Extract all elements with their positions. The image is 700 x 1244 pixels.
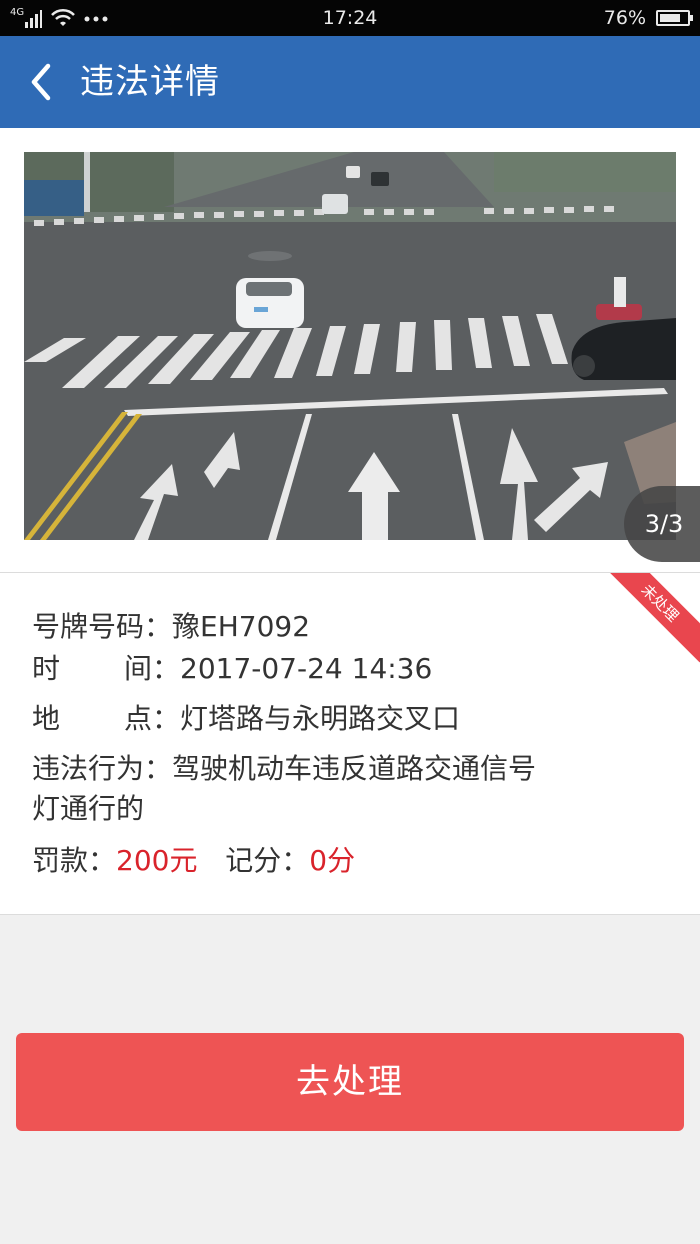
location-row: 地 点： 灯塔路与永明路交叉口	[32, 699, 460, 739]
location-label: 地 点：	[32, 699, 180, 739]
behavior-value-line2: 灯通行的	[32, 792, 145, 825]
plate-value: 豫EH7092	[172, 610, 311, 643]
status-bar: 4G 17:24 76%	[0, 0, 700, 36]
time-value: 2017-07-24 14:36	[180, 652, 433, 685]
violation-info-card: 未处理 号牌号码：豫EH7092 时 间： 2017-07-24 14:36 地 点：…	[0, 573, 700, 915]
process-button[interactable]: 去处理	[16, 1033, 684, 1131]
time-label-b: 间：	[123, 652, 180, 685]
time-label-a: 时	[32, 652, 61, 685]
status-ribbon: 未处理	[610, 573, 700, 663]
location-label-a: 地	[32, 702, 61, 735]
back-chevron-icon	[31, 63, 51, 101]
battery-icon	[656, 10, 693, 26]
status-ribbon-label: 未处理	[610, 573, 700, 663]
plate-label: 号牌号码：	[32, 610, 173, 643]
time-label: 时 间：	[32, 649, 180, 689]
behavior-label: 违法行为：	[32, 752, 173, 785]
status-icons-right: 76%	[603, 7, 693, 29]
violation-photo[interactable]	[24, 152, 676, 540]
photo-counter: 3/3	[624, 486, 700, 562]
violation-photo-card	[0, 128, 700, 573]
time-row: 时 间： 2017-07-24 14:36	[32, 649, 432, 689]
location-value: 灯塔路与永明路交叉口	[180, 702, 461, 735]
battery-percent: 76%	[603, 7, 646, 29]
title-bar: 违法详情	[0, 36, 700, 128]
plate-row: 号牌号码：豫EH7092	[32, 607, 310, 647]
fine-row: 罚款：200元 记分：0分	[32, 841, 355, 881]
status-time: 17:24	[322, 7, 378, 29]
points-label: 记分：	[225, 844, 310, 877]
behavior-value-line1: 驾驶机动车违反道路交通信号	[172, 752, 537, 785]
page-title: 违法详情	[80, 62, 220, 102]
fine-value: 200元	[116, 844, 198, 877]
location-label-b: 点：	[123, 702, 180, 735]
fine-label: 罚款：	[32, 844, 117, 877]
behavior-row: 违法行为：驾驶机动车违反道路交通信号 灯通行的	[32, 749, 536, 829]
back-button[interactable]	[24, 58, 64, 106]
points-value: 0分	[309, 844, 356, 877]
battery-level-fill	[660, 14, 680, 22]
